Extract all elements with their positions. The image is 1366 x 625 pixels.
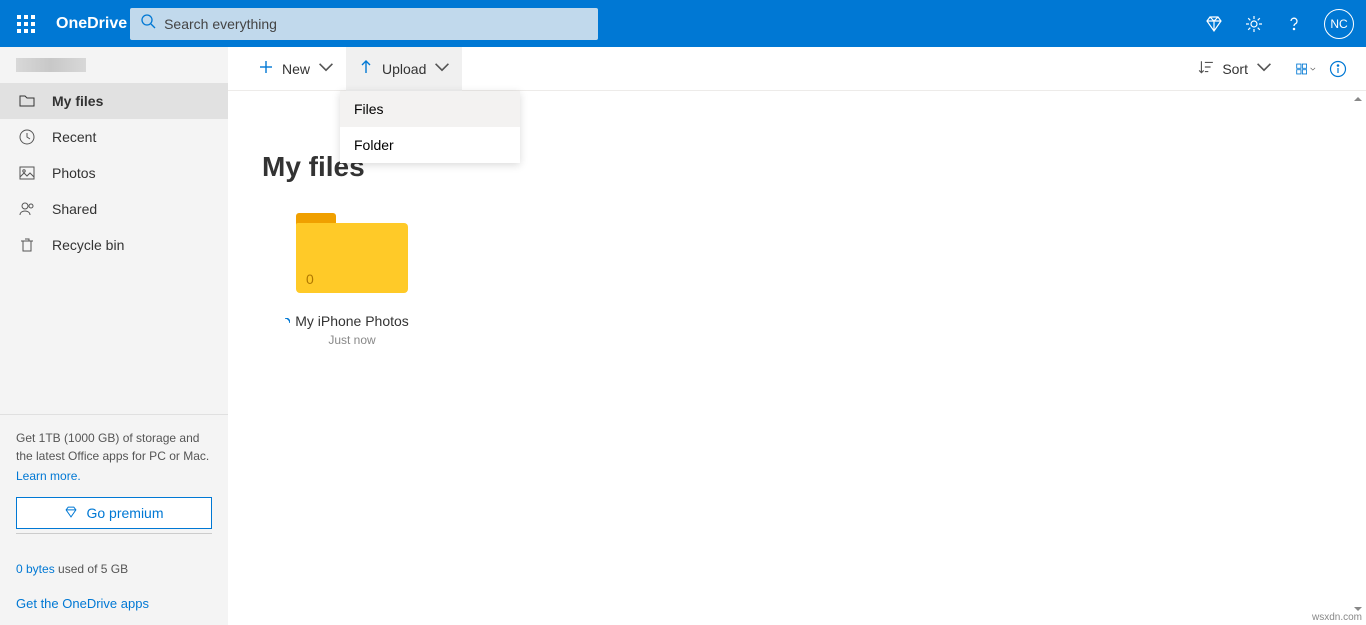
plus-icon bbox=[258, 59, 274, 78]
account-bar[interactable] bbox=[0, 47, 228, 83]
premium-label: Go premium bbox=[86, 505, 163, 521]
upload-folder-option[interactable]: Folder bbox=[340, 127, 520, 163]
sidebar-item-label: My files bbox=[52, 93, 103, 109]
go-premium-button[interactable]: Go premium bbox=[16, 497, 212, 529]
sort-icon bbox=[1198, 59, 1214, 78]
scroll-down-icon[interactable] bbox=[1353, 601, 1363, 611]
sidebar-item-label: Recent bbox=[52, 129, 96, 145]
sort-button[interactable]: Sort bbox=[1186, 47, 1284, 91]
diamond-icon bbox=[64, 505, 78, 522]
sidebar-item-recent[interactable]: Recent bbox=[0, 119, 228, 155]
image-icon bbox=[18, 164, 36, 182]
sort-label: Sort bbox=[1222, 61, 1248, 77]
option-label: Folder bbox=[354, 137, 394, 153]
sidebar-item-recycle-bin[interactable]: Recycle bin bbox=[0, 227, 228, 263]
search-icon bbox=[140, 13, 156, 34]
scroll-up-icon[interactable] bbox=[1353, 91, 1363, 101]
get-apps-link[interactable]: Get the OneDrive apps bbox=[16, 596, 212, 611]
sidebar-item-my-files[interactable]: My files bbox=[0, 83, 228, 119]
folder-icon bbox=[18, 92, 36, 110]
folder-icon: 0 bbox=[296, 213, 408, 293]
gear-icon[interactable] bbox=[1244, 14, 1264, 34]
search-box[interactable] bbox=[130, 8, 598, 40]
info-icon[interactable] bbox=[1328, 59, 1348, 79]
app-launcher-icon[interactable] bbox=[12, 10, 40, 38]
scrollbar[interactable] bbox=[1353, 91, 1363, 611]
account-name-placeholder bbox=[16, 58, 86, 72]
folder-item[interactable]: 0 My iPhone Photos Just now bbox=[262, 213, 442, 347]
chevron-down-icon bbox=[1256, 59, 1272, 78]
sidebar-item-label: Recycle bin bbox=[52, 237, 124, 253]
upload-dropdown: Files Folder bbox=[340, 91, 520, 163]
learn-more-link[interactable]: Learn more. bbox=[16, 469, 81, 483]
sidebar-item-label: Shared bbox=[52, 201, 97, 217]
sidebar-item-shared[interactable]: Shared bbox=[0, 191, 228, 227]
folder-timestamp: Just now bbox=[262, 333, 442, 347]
avatar[interactable]: NC bbox=[1324, 9, 1354, 39]
chevron-down-icon bbox=[318, 59, 334, 78]
sidebar: My files Recent Photos Shared Recycle bi… bbox=[0, 47, 228, 625]
new-label: New bbox=[282, 61, 310, 77]
upload-label: Upload bbox=[382, 61, 426, 77]
sidebar-bottom: Get 1TB (1000 GB) of storage and the lat… bbox=[0, 414, 228, 625]
header-actions: NC bbox=[1204, 9, 1354, 39]
new-button[interactable]: New bbox=[246, 47, 346, 91]
main-content: My files 0 My iPhone Photos Just now bbox=[228, 91, 1352, 625]
search-input[interactable] bbox=[164, 16, 588, 32]
storage-used[interactable]: 0 bytes bbox=[16, 562, 55, 576]
app-header: OneDrive NC bbox=[0, 0, 1366, 47]
storage-total: used of 5 GB bbox=[55, 562, 128, 576]
upload-files-option[interactable]: Files bbox=[340, 91, 520, 127]
help-icon[interactable] bbox=[1284, 14, 1304, 34]
folder-count: 0 bbox=[306, 271, 314, 287]
premium-promo-text: Get 1TB (1000 GB) of storage and the lat… bbox=[16, 429, 212, 465]
command-bar: New Upload Sort bbox=[228, 47, 1366, 91]
storage-usage: 0 bytes used of 5 GB bbox=[16, 562, 212, 576]
view-tiles-button[interactable] bbox=[1296, 59, 1316, 79]
premium-diamond-icon[interactable] bbox=[1204, 14, 1224, 34]
option-label: Files bbox=[354, 101, 384, 117]
trash-icon bbox=[18, 236, 36, 254]
sidebar-item-photos[interactable]: Photos bbox=[0, 155, 228, 191]
watermark: wsxdn.com bbox=[1312, 612, 1362, 623]
loading-spinner-icon bbox=[280, 315, 290, 331]
chevron-down-icon bbox=[434, 59, 450, 78]
clock-icon bbox=[18, 128, 36, 146]
upload-button[interactable]: Upload bbox=[346, 47, 462, 91]
upload-icon bbox=[358, 59, 374, 78]
sidebar-item-label: Photos bbox=[52, 165, 96, 181]
person-icon bbox=[18, 200, 36, 218]
app-title: OneDrive bbox=[56, 15, 127, 33]
folder-name: My iPhone Photos bbox=[262, 313, 442, 329]
